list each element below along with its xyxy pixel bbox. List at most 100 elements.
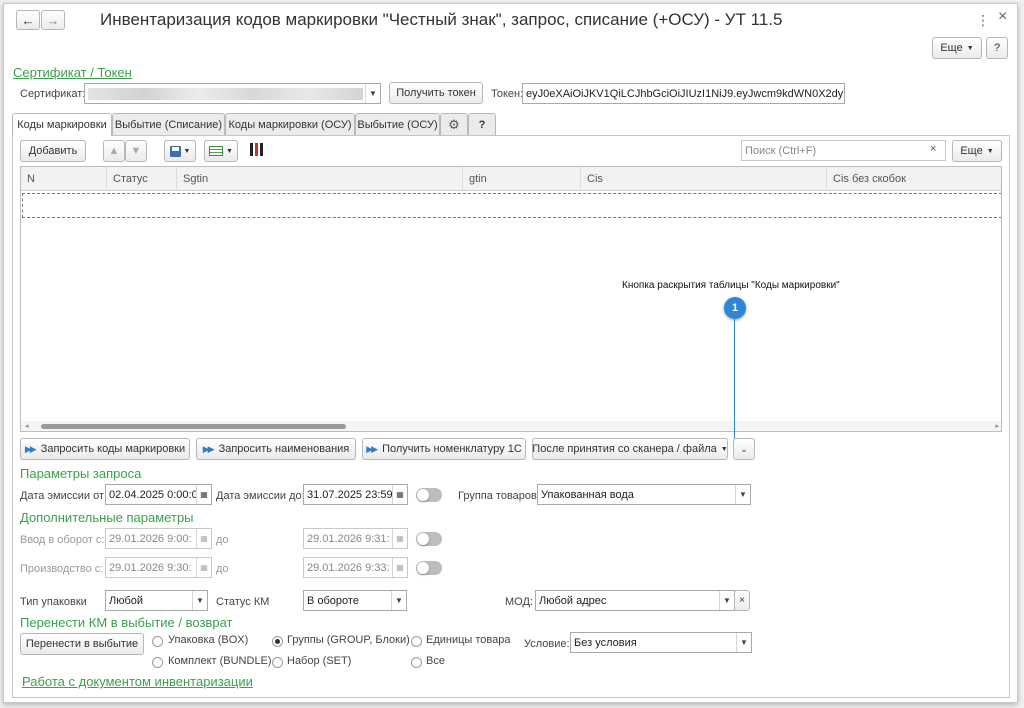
radio-box-label[interactable]: Упаковка (BOX)	[168, 634, 248, 646]
menu-icon[interactable]: ⋮	[976, 12, 990, 29]
issue-to-field[interactable]: 31.07.2025 23:59: ▦	[303, 484, 408, 505]
condition-select[interactable]: Без условия ▼	[570, 632, 752, 653]
production-toggle[interactable]	[416, 561, 442, 575]
move-up-button[interactable]: ▲	[103, 140, 125, 162]
expand-table-button[interactable]: ⌄	[733, 438, 755, 460]
radio-bundle[interactable]	[152, 657, 163, 668]
radio-all-label[interactable]: Все	[426, 655, 445, 667]
tab-disposal[interactable]: Выбытие (Списание)	[112, 113, 225, 135]
chevron-down-icon[interactable]: ▼	[192, 591, 207, 610]
close-icon[interactable]: ×	[998, 8, 1007, 26]
km-status-select[interactable]: В обороте ▼	[303, 590, 407, 611]
issue-from-field[interactable]: 02.04.2025 0:00:0 ▦	[105, 484, 212, 505]
save-menu-button[interactable]: ▼	[164, 140, 196, 162]
table-row[interactable]	[22, 193, 1001, 218]
column-header[interactable]: Статус	[107, 167, 177, 191]
radio-units-label[interactable]: Единицы товара	[426, 634, 511, 646]
radio-set[interactable]	[272, 657, 283, 668]
mod-clear-button[interactable]: ×	[734, 590, 750, 611]
clear-search-icon[interactable]: ×	[930, 143, 936, 155]
calendar-icon[interactable]: ▦	[196, 529, 211, 548]
radio-units[interactable]	[411, 636, 422, 647]
chevron-down-icon[interactable]: ▼	[719, 591, 734, 610]
calendar-icon[interactable]: ▦	[196, 485, 211, 504]
column-header[interactable]: Cis без скобок	[827, 167, 1001, 191]
get-nomenclature-button[interactable]: ▶▶ Получить номенклатуру 1С	[362, 438, 526, 460]
move-down-button[interactable]: ▼	[125, 140, 147, 162]
back-button[interactable]: ←	[16, 10, 40, 30]
chevron-down-icon[interactable]: ▼	[736, 633, 751, 652]
issue-from-label: Дата эмиссии от:	[20, 490, 108, 502]
token-field[interactable]: eyJ0eXAiOiJKV1QiLCJhbGciOiJIUzI1NiJ9.eyJ…	[522, 83, 845, 104]
column-header[interactable]: gtin	[463, 167, 581, 191]
table-header: N Статус Sgtin gtin Cis Cis без скобок	[21, 167, 1001, 191]
pack-type-select[interactable]: Любой ▼	[105, 590, 208, 611]
request-params-title: Параметры запроса	[20, 466, 142, 481]
production-to-label: до	[216, 563, 229, 575]
issue-toggle[interactable]	[416, 488, 442, 502]
scroll-left-icon[interactable]: ◂	[25, 422, 29, 430]
certificate-section-title[interactable]: Сертификат / Токен	[13, 65, 132, 80]
pack-type-label: Тип упаковки	[20, 596, 87, 608]
tab-disposal-osu[interactable]: Выбытие (ОСУ)	[355, 113, 440, 135]
production-from-field[interactable]: 29.01.2026 9:30: ▦	[105, 557, 212, 578]
calendar-icon[interactable]: ▦	[196, 558, 211, 577]
column-header[interactable]: N	[21, 167, 107, 191]
inventory-document-link[interactable]: Работа с документом инвентаризации	[22, 674, 253, 689]
calendar-icon[interactable]: ▦	[392, 558, 407, 577]
qr-code-icon[interactable]	[250, 143, 263, 156]
add-button[interactable]: Добавить	[20, 140, 86, 162]
tab-settings[interactable]: ⚙	[440, 113, 468, 135]
chevron-down-icon[interactable]: ▼	[391, 591, 406, 610]
certificate-field[interactable]: ▼	[84, 83, 381, 104]
scrollbar-thumb[interactable]	[41, 424, 346, 429]
scroll-right-icon[interactable]: ▸	[995, 422, 999, 430]
radio-all[interactable]	[411, 657, 422, 668]
request-codes-button[interactable]: ▶▶ Запросить коды маркировки	[20, 438, 190, 460]
column-header[interactable]: Sgtin	[177, 167, 463, 191]
get-token-button[interactable]: Получить токен	[389, 82, 483, 104]
mod-select[interactable]: Любой адрес ▼	[535, 590, 735, 611]
tab-help-label: ?	[478, 118, 486, 131]
extra-params-title: Дополнительные параметры	[20, 510, 194, 525]
product-group-select[interactable]: Упакованная вода ▼	[537, 484, 751, 505]
radio-box[interactable]	[152, 636, 163, 647]
certificate-label: Сертификат:	[20, 88, 86, 100]
production-to-field[interactable]: 29.01.2026 9:33: ▦	[303, 557, 408, 578]
chevron-down-icon[interactable]: ▼	[365, 84, 380, 103]
request-names-button[interactable]: ▶▶ Запросить наименования	[196, 438, 356, 460]
tab-label: Выбытие (Списание)	[114, 118, 223, 131]
km-status-label: Статус КМ	[216, 596, 270, 608]
column-header[interactable]: Cis	[581, 167, 827, 191]
arrow-right-icon: ▶▶	[202, 443, 215, 454]
marking-codes-table[interactable]: N Статус Sgtin gtin Cis Cis без скобок ◂…	[20, 166, 1002, 432]
after-scanner-button[interactable]: После принятия со сканера / файла ▼	[532, 438, 728, 460]
help-button[interactable]: ?	[986, 37, 1008, 59]
calendar-icon[interactable]: ▦	[392, 529, 407, 548]
forward-button[interactable]: →	[41, 10, 65, 30]
chevron-down-icon: ▼	[183, 147, 191, 155]
window-title: Инвентаризация кодов маркировки "Честный…	[100, 10, 783, 29]
tab-help[interactable]: ?	[468, 113, 496, 135]
circulation-to-value: 29.01.2026 9:31:	[307, 532, 390, 545]
toolbar-more-button[interactable]: Еще ▼	[952, 140, 1002, 162]
request-names-label: Запросить наименования	[218, 443, 350, 455]
circulation-to-label: до	[216, 534, 229, 546]
circulation-toggle[interactable]	[416, 532, 442, 546]
tab-marking-codes[interactable]: Коды маркировки	[12, 113, 112, 136]
circulation-from-field[interactable]: 29.01.2026 9:00: ▦	[105, 528, 212, 549]
table-settings-button[interactable]: ▼	[204, 140, 238, 162]
radio-bundle-label[interactable]: Комплект (BUNDLE)	[168, 655, 272, 667]
header-more-button[interactable]: Еще ▼	[932, 37, 982, 59]
chevron-down-icon[interactable]: ▼	[735, 485, 750, 504]
radio-group-label[interactable]: Группы (GROUP, Блоки)	[287, 634, 410, 646]
radio-group[interactable]	[272, 636, 283, 647]
transfer-button[interactable]: Перенести в выбытие	[20, 633, 144, 655]
tab-marking-codes-osu[interactable]: Коды маркировки (ОСУ)	[225, 113, 355, 135]
circulation-to-field[interactable]: 29.01.2026 9:31: ▦	[303, 528, 408, 549]
horizontal-scrollbar[interactable]: ◂ ▸	[21, 421, 1001, 431]
search-input[interactable]: Поиск (Ctrl+F)	[741, 140, 946, 161]
condition-label: Условие:	[524, 638, 570, 650]
radio-set-label[interactable]: Набор (SET)	[287, 655, 351, 667]
calendar-icon[interactable]: ▦	[392, 485, 407, 504]
